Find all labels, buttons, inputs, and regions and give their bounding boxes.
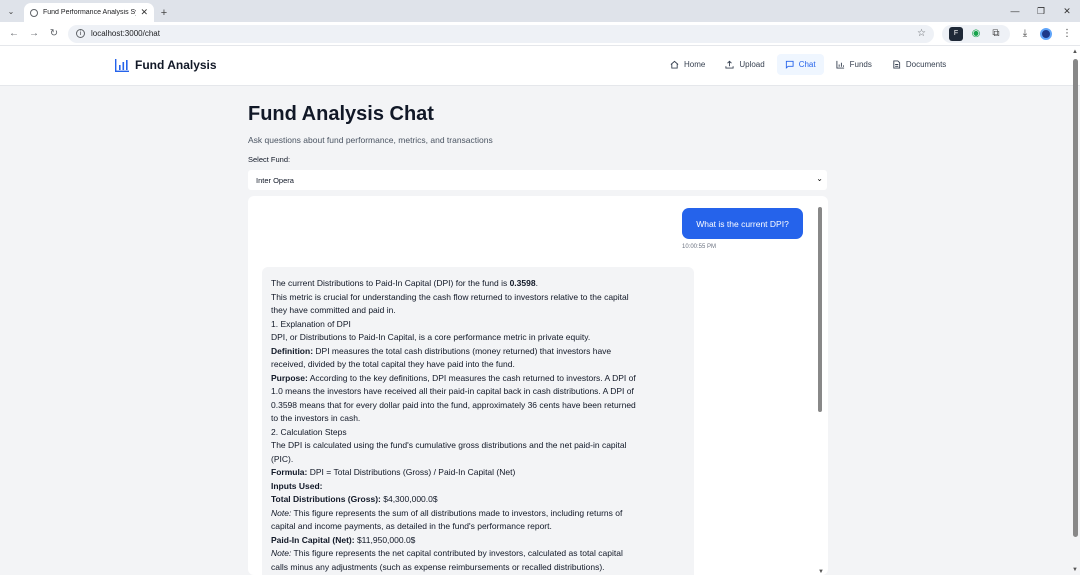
response-line: they have committed and paid in. xyxy=(271,305,396,315)
browser-toolbar: ← → ↻ i localhost:3000/chat ☆ F ◉ ⧉ ⤓ ⋮ xyxy=(0,22,1080,46)
response-line: Total Distributions (Gross): $4,300,000.… xyxy=(271,494,438,504)
app-header: Fund Analysis Home Upload Chat Funds Doc… xyxy=(0,46,1080,86)
nav-home-label: Home xyxy=(684,60,706,69)
main-nav: Home Upload Chat Funds Documents xyxy=(662,54,958,75)
select-fund-label: Select Fund: xyxy=(248,155,291,164)
response-line: Paid-In Capital (Net): $11,950,000.0$ xyxy=(271,534,416,545)
nav-upload-label: Upload xyxy=(739,60,765,69)
response-line: The DPI is calculated using the fund's c… xyxy=(271,440,627,450)
fund-select-value: Inter Opera xyxy=(256,175,294,185)
response-line: Inputs Used: xyxy=(271,480,323,491)
brand-name: Fund Analysis xyxy=(135,58,217,72)
nav-chat-label: Chat xyxy=(798,60,816,69)
back-icon[interactable]: ← xyxy=(4,24,24,44)
nav-home[interactable]: Home xyxy=(662,54,713,75)
download-icon[interactable]: ⤓ xyxy=(1016,25,1034,43)
main-content: Fund Analysis Chat Ask questions about f… xyxy=(248,98,828,190)
kebab-menu-icon[interactable]: ⋮ xyxy=(1058,25,1076,43)
page-scrollbar-thumb[interactable] xyxy=(1073,59,1078,537)
response-line: capital and income payments, as detailed… xyxy=(271,521,552,531)
response-line: Formula: DPI = Total Distributions (Gros… xyxy=(271,467,516,477)
nav-funds[interactable]: Funds xyxy=(828,54,880,75)
brand[interactable]: Fund Analysis xyxy=(114,57,217,73)
response-heading: 1. Explanation of DPI xyxy=(271,318,351,329)
new-tab-icon[interactable]: + xyxy=(154,3,174,22)
nav-chat[interactable]: Chat xyxy=(776,54,824,75)
nav-documents[interactable]: Documents xyxy=(884,54,954,75)
user-message-text: What is the current DPI? xyxy=(696,218,789,229)
message-timestamp: 10:00:55 PM xyxy=(682,244,717,250)
minimize-icon[interactable]: — xyxy=(1002,0,1028,22)
response-line: 1.0 means the investors have received al… xyxy=(271,386,634,396)
chat-scroll-down-icon[interactable]: ▼ xyxy=(818,569,824,575)
extension-icon[interactable]: F xyxy=(949,26,963,41)
extensions-group: F ◉ ⧉ xyxy=(942,24,1010,43)
response-line: Note: This figure represents the sum of … xyxy=(271,507,623,518)
chevron-down-icon: ⌄ xyxy=(816,174,823,183)
scroll-up-icon[interactable]: ▲ xyxy=(1072,49,1078,55)
assistant-message: The current Distributions to Paid-In Cap… xyxy=(262,267,694,575)
globe-icon xyxy=(30,8,38,17)
nav-funds-label: Funds xyxy=(849,60,872,69)
window-close-icon[interactable]: ✕ xyxy=(1054,0,1080,22)
address-bar[interactable]: i localhost:3000/chat ☆ xyxy=(68,24,934,43)
response-heading: 2. Calculation Steps xyxy=(271,426,347,437)
nav-upload[interactable]: Upload xyxy=(717,54,772,75)
chat-scrollbar[interactable] xyxy=(816,201,824,573)
response-line: This metric is crucial for understanding… xyxy=(271,291,629,302)
url-text: localhost:3000/chat xyxy=(91,29,160,38)
response-line: 0.3598 means that for every dollar paid … xyxy=(271,399,636,410)
response-line: Purpose: According to the key definition… xyxy=(271,372,636,383)
page-subtitle: Ask questions about fund performance, me… xyxy=(248,135,493,145)
response-line: Note: This figure represents the net cap… xyxy=(271,548,623,558)
chat-scrollbar-thumb[interactable] xyxy=(818,207,822,412)
page-title: Fund Analysis Chat xyxy=(248,103,434,125)
tab-search-icon[interactable]: ⌄ xyxy=(0,0,22,22)
browser-tab[interactable]: Fund Performance Analysis Sys ✕ xyxy=(24,3,154,22)
bar-chart-icon xyxy=(836,60,844,69)
browser-tabstrip: ⌄ Fund Performance Analysis Sys ✕ + — ❐ … xyxy=(0,0,1080,22)
fund-select[interactable]: Inter Opera ⌄ xyxy=(248,170,827,190)
response-line: calls minus any adjustments (such as exp… xyxy=(271,561,605,572)
reload-icon[interactable]: ↻ xyxy=(44,24,64,44)
user-message: What is the current DPI? xyxy=(682,208,803,239)
response-line: DPI, or Distributions to Paid-In Capital… xyxy=(271,332,591,342)
response-line: (PIC). xyxy=(271,453,294,464)
restore-icon[interactable]: ❐ xyxy=(1028,0,1054,22)
response-line: The current Distributions to Paid-In Cap… xyxy=(271,278,538,288)
chat-icon xyxy=(785,60,794,69)
profile-avatar[interactable] xyxy=(1040,27,1052,40)
response-line: received, divided by the total capital t… xyxy=(271,359,515,369)
home-icon xyxy=(670,60,679,69)
tab-title: Fund Performance Analysis Sys xyxy=(43,9,137,16)
forward-icon[interactable]: → xyxy=(24,24,44,44)
upload-icon xyxy=(725,60,734,69)
document-icon xyxy=(893,60,900,69)
page-scrollbar[interactable]: ▲ ▼ xyxy=(1071,47,1080,575)
response-line: to the investors in cash. xyxy=(271,413,361,423)
scroll-down-icon[interactable]: ▼ xyxy=(1072,567,1078,573)
response-line: Definition: DPI measures the total cash … xyxy=(271,345,612,356)
close-icon[interactable]: ✕ xyxy=(140,7,148,18)
bookmark-star-icon[interactable]: ☆ xyxy=(917,28,926,39)
extension-green-icon[interactable]: ◉ xyxy=(969,27,983,41)
window-controls: — ❐ ✕ xyxy=(1002,0,1080,22)
bar-chart-icon xyxy=(115,59,129,72)
nav-documents-label: Documents xyxy=(905,60,947,69)
site-info-icon[interactable]: i xyxy=(76,29,85,38)
chat-panel: What is the current DPI? 10:00:55 PM The… xyxy=(248,196,828,575)
puzzle-icon[interactable]: ⧉ xyxy=(989,27,1003,41)
